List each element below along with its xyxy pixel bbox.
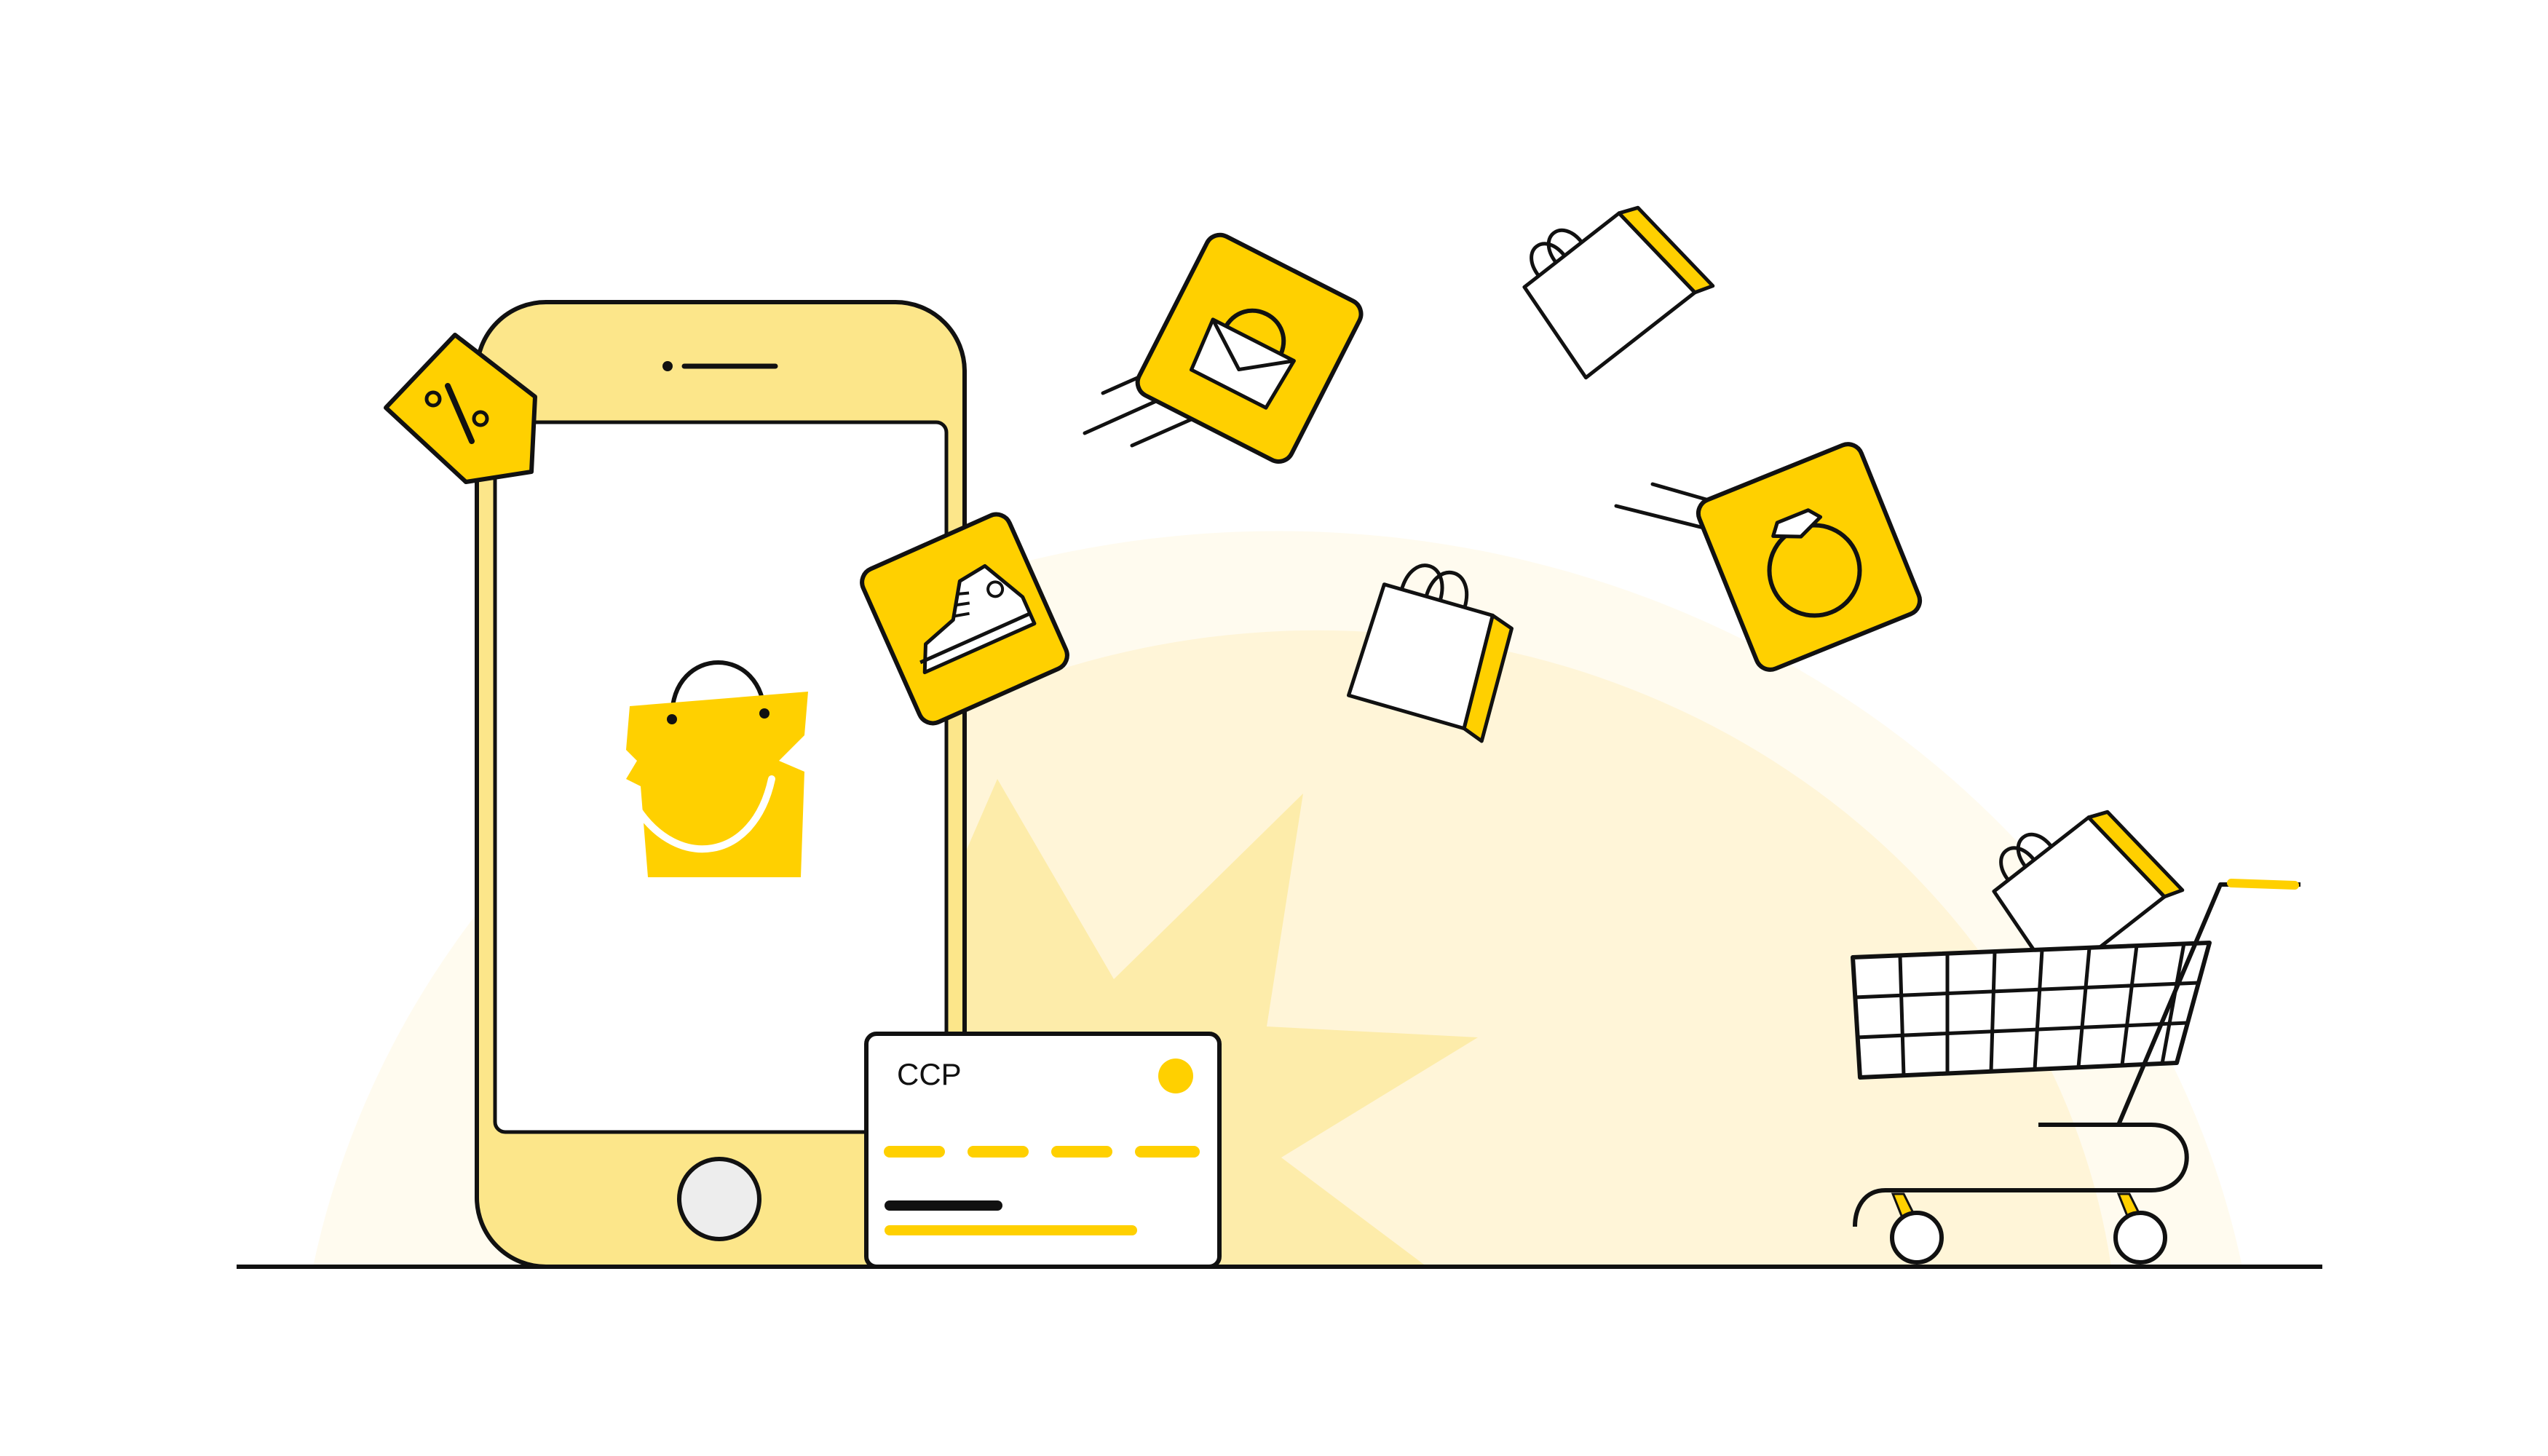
phone-home-button [677,1157,761,1241]
cart-wheel [2113,1211,2167,1265]
phone-camera [662,361,673,371]
credit-card-icon: CCP [864,1032,1222,1269]
card-label: CCP [897,1057,962,1091]
cart-wheel [1890,1211,1944,1265]
shopping-bag-icon [1522,205,1715,380]
shopping-illustration: CCP [237,205,2322,1269]
card-chip [1158,1059,1193,1093]
